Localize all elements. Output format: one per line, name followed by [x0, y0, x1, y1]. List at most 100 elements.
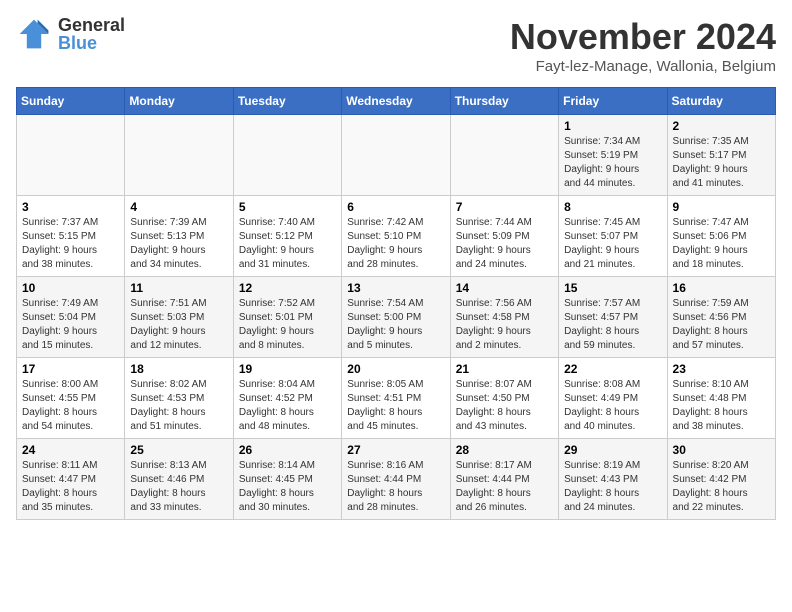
day-info: Sunrise: 7:59 AMSunset: 4:56 PMDaylight:…	[673, 297, 770, 353]
logo-icon	[16, 16, 52, 52]
day-number: 17	[22, 362, 119, 376]
day-info: Sunrise: 8:04 AMSunset: 4:52 PMDaylight:…	[239, 378, 336, 434]
weekday-header-saturday: Saturday	[667, 88, 775, 115]
calendar-cell: 20Sunrise: 8:05 AMSunset: 4:51 PMDayligh…	[342, 358, 450, 439]
day-number: 10	[22, 281, 119, 295]
day-number: 23	[673, 362, 770, 376]
day-number: 22	[564, 362, 661, 376]
calendar-cell: 29Sunrise: 8:19 AMSunset: 4:43 PMDayligh…	[559, 439, 667, 520]
day-number: 13	[347, 281, 444, 295]
day-info: Sunrise: 7:49 AMSunset: 5:04 PMDaylight:…	[22, 297, 119, 353]
calendar-cell: 27 Sunrise: 8:16 AMSunset: 4:44 PMDayligh…	[342, 439, 450, 520]
day-number: 24	[22, 443, 119, 457]
day-info: Sunrise: 7:34 AMSunset: 5:19 PMDaylight:…	[564, 135, 661, 191]
day-number: 11	[130, 281, 227, 295]
calendar-cell	[342, 115, 450, 196]
weekday-header-thursday: Thursday	[450, 88, 558, 115]
day-number: 8	[564, 200, 661, 214]
calendar-cell: 5 Sunrise: 7:40 AMSunset: 5:12 PMDaylight…	[233, 196, 341, 277]
day-info: Sunrise: 7:57 AMSunset: 4:57 PMDaylight:…	[564, 297, 661, 353]
month-title: November 2024	[510, 16, 776, 58]
location-title: Fayt-lez-Manage, Wallonia, Belgium	[510, 58, 776, 75]
weekday-header-tuesday: Tuesday	[233, 88, 341, 115]
calendar-table: SundayMondayTuesdayWednesdayThursdayFrid…	[16, 87, 776, 520]
weekday-header-row: SundayMondayTuesdayWednesdayThursdayFrid…	[17, 88, 776, 115]
calendar-cell: 26Sunrise: 8:14 AMSunset: 4:45 PMDayligh…	[233, 439, 341, 520]
calendar-cell: 11 Sunrise: 7:51 AMSunset: 5:03 PMDayligh…	[125, 277, 233, 358]
calendar-cell: 16 Sunrise: 7:59 AMSunset: 4:56 PMDayligh…	[667, 277, 775, 358]
calendar-cell	[450, 115, 558, 196]
week-row-4: 17 Sunrise: 8:00 AMSunset: 4:55 PMDayligh…	[17, 358, 776, 439]
calendar-cell: 30 Sunrise: 8:20 AMSunset: 4:42 PMDayligh…	[667, 439, 775, 520]
day-number: 9	[673, 200, 770, 214]
calendar-cell: 19Sunrise: 8:04 AMSunset: 4:52 PMDayligh…	[233, 358, 341, 439]
day-info: Sunrise: 8:13 AMSunset: 4:46 PMDaylight:…	[130, 459, 227, 515]
calendar-cell: 9 Sunrise: 7:47 AMSunset: 5:06 PMDaylight…	[667, 196, 775, 277]
day-number: 27	[347, 443, 444, 457]
logo-blue-text: Blue	[58, 34, 125, 52]
day-number: 14	[456, 281, 553, 295]
day-info: Sunrise: 8:11 AMSunset: 4:47 PMDaylight:…	[22, 459, 119, 515]
day-number: 16	[673, 281, 770, 295]
day-number: 6	[347, 200, 444, 214]
calendar-cell	[17, 115, 125, 196]
day-number: 18	[130, 362, 227, 376]
day-number: 2	[673, 119, 770, 133]
day-number: 29	[564, 443, 661, 457]
calendar-cell: 10 Sunrise: 7:49 AMSunset: 5:04 PMDayligh…	[17, 277, 125, 358]
day-info: Sunrise: 8:00 AMSunset: 4:55 PMDaylight:…	[22, 378, 119, 434]
day-info: Sunrise: 7:51 AMSunset: 5:03 PMDaylight:…	[130, 297, 227, 353]
day-number: 21	[456, 362, 553, 376]
day-info: Sunrise: 8:16 AMSunset: 4:44 PMDaylight:…	[347, 459, 444, 515]
calendar-cell: 8Sunrise: 7:45 AMSunset: 5:07 PMDaylight…	[559, 196, 667, 277]
calendar-cell	[233, 115, 341, 196]
week-row-3: 10 Sunrise: 7:49 AMSunset: 5:04 PMDayligh…	[17, 277, 776, 358]
calendar-cell: 13 Sunrise: 7:54 AMSunset: 5:00 PMDayligh…	[342, 277, 450, 358]
week-row-5: 24 Sunrise: 8:11 AMSunset: 4:47 PMDayligh…	[17, 439, 776, 520]
day-info: Sunrise: 7:52 AMSunset: 5:01 PMDaylight:…	[239, 297, 336, 353]
logo-general-text: General	[58, 16, 125, 34]
day-info: Sunrise: 7:42 AMSunset: 5:10 PMDaylight:…	[347, 216, 444, 272]
calendar-cell: 23 Sunrise: 8:10 AMSunset: 4:48 PMDayligh…	[667, 358, 775, 439]
calendar-cell: 24 Sunrise: 8:11 AMSunset: 4:47 PMDayligh…	[17, 439, 125, 520]
title-area: November 2024 Fayt-lez-Manage, Wallonia,…	[510, 16, 776, 75]
weekday-header-friday: Friday	[559, 88, 667, 115]
calendar-cell: 28 Sunrise: 8:17 AMSunset: 4:44 PMDayligh…	[450, 439, 558, 520]
day-info: Sunrise: 8:10 AMSunset: 4:48 PMDaylight:…	[673, 378, 770, 434]
day-info: Sunrise: 7:56 AMSunset: 4:58 PMDaylight:…	[456, 297, 553, 353]
day-number: 5	[239, 200, 336, 214]
calendar-cell: 6 Sunrise: 7:42 AMSunset: 5:10 PMDaylight…	[342, 196, 450, 277]
day-info: Sunrise: 8:17 AMSunset: 4:44 PMDaylight:…	[456, 459, 553, 515]
calendar-cell: 18 Sunrise: 8:02 AMSunset: 4:53 PMDayligh…	[125, 358, 233, 439]
calendar-cell: 17 Sunrise: 8:00 AMSunset: 4:55 PMDayligh…	[17, 358, 125, 439]
day-info: Sunrise: 8:20 AMSunset: 4:42 PMDaylight:…	[673, 459, 770, 515]
day-info: Sunrise: 8:05 AMSunset: 4:51 PMDaylight:…	[347, 378, 444, 434]
weekday-header-wednesday: Wednesday	[342, 88, 450, 115]
logo: General Blue	[16, 16, 125, 52]
day-info: Sunrise: 7:40 AMSunset: 5:12 PMDaylight:…	[239, 216, 336, 272]
day-number: 26	[239, 443, 336, 457]
day-info: Sunrise: 7:39 AMSunset: 5:13 PMDaylight:…	[130, 216, 227, 272]
day-number: 28	[456, 443, 553, 457]
day-number: 3	[22, 200, 119, 214]
day-info: Sunrise: 8:07 AMSunset: 4:50 PMDaylight:…	[456, 378, 553, 434]
calendar-cell: 22 Sunrise: 8:08 AMSunset: 4:49 PMDayligh…	[559, 358, 667, 439]
day-info: Sunrise: 7:35 AMSunset: 5:17 PMDaylight:…	[673, 135, 770, 191]
day-info: Sunrise: 8:02 AMSunset: 4:53 PMDaylight:…	[130, 378, 227, 434]
weekday-header-monday: Monday	[125, 88, 233, 115]
day-number: 4	[130, 200, 227, 214]
day-info: Sunrise: 8:08 AMSunset: 4:49 PMDaylight:…	[564, 378, 661, 434]
day-info: Sunrise: 7:47 AMSunset: 5:06 PMDaylight:…	[673, 216, 770, 272]
day-info: Sunrise: 7:37 AMSunset: 5:15 PMDaylight:…	[22, 216, 119, 272]
day-number: 12	[239, 281, 336, 295]
day-number: 30	[673, 443, 770, 457]
day-number: 1	[564, 119, 661, 133]
week-row-2: 3 Sunrise: 7:37 AMSunset: 5:15 PMDaylight…	[17, 196, 776, 277]
calendar-cell: 3 Sunrise: 7:37 AMSunset: 5:15 PMDaylight…	[17, 196, 125, 277]
day-number: 7	[456, 200, 553, 214]
calendar-cell	[125, 115, 233, 196]
day-info: Sunrise: 7:54 AMSunset: 5:00 PMDaylight:…	[347, 297, 444, 353]
weekday-header-sunday: Sunday	[17, 88, 125, 115]
calendar-cell: 21 Sunrise: 8:07 AMSunset: 4:50 PMDayligh…	[450, 358, 558, 439]
week-row-1: 1 Sunrise: 7:34 AMSunset: 5:19 PMDaylight…	[17, 115, 776, 196]
